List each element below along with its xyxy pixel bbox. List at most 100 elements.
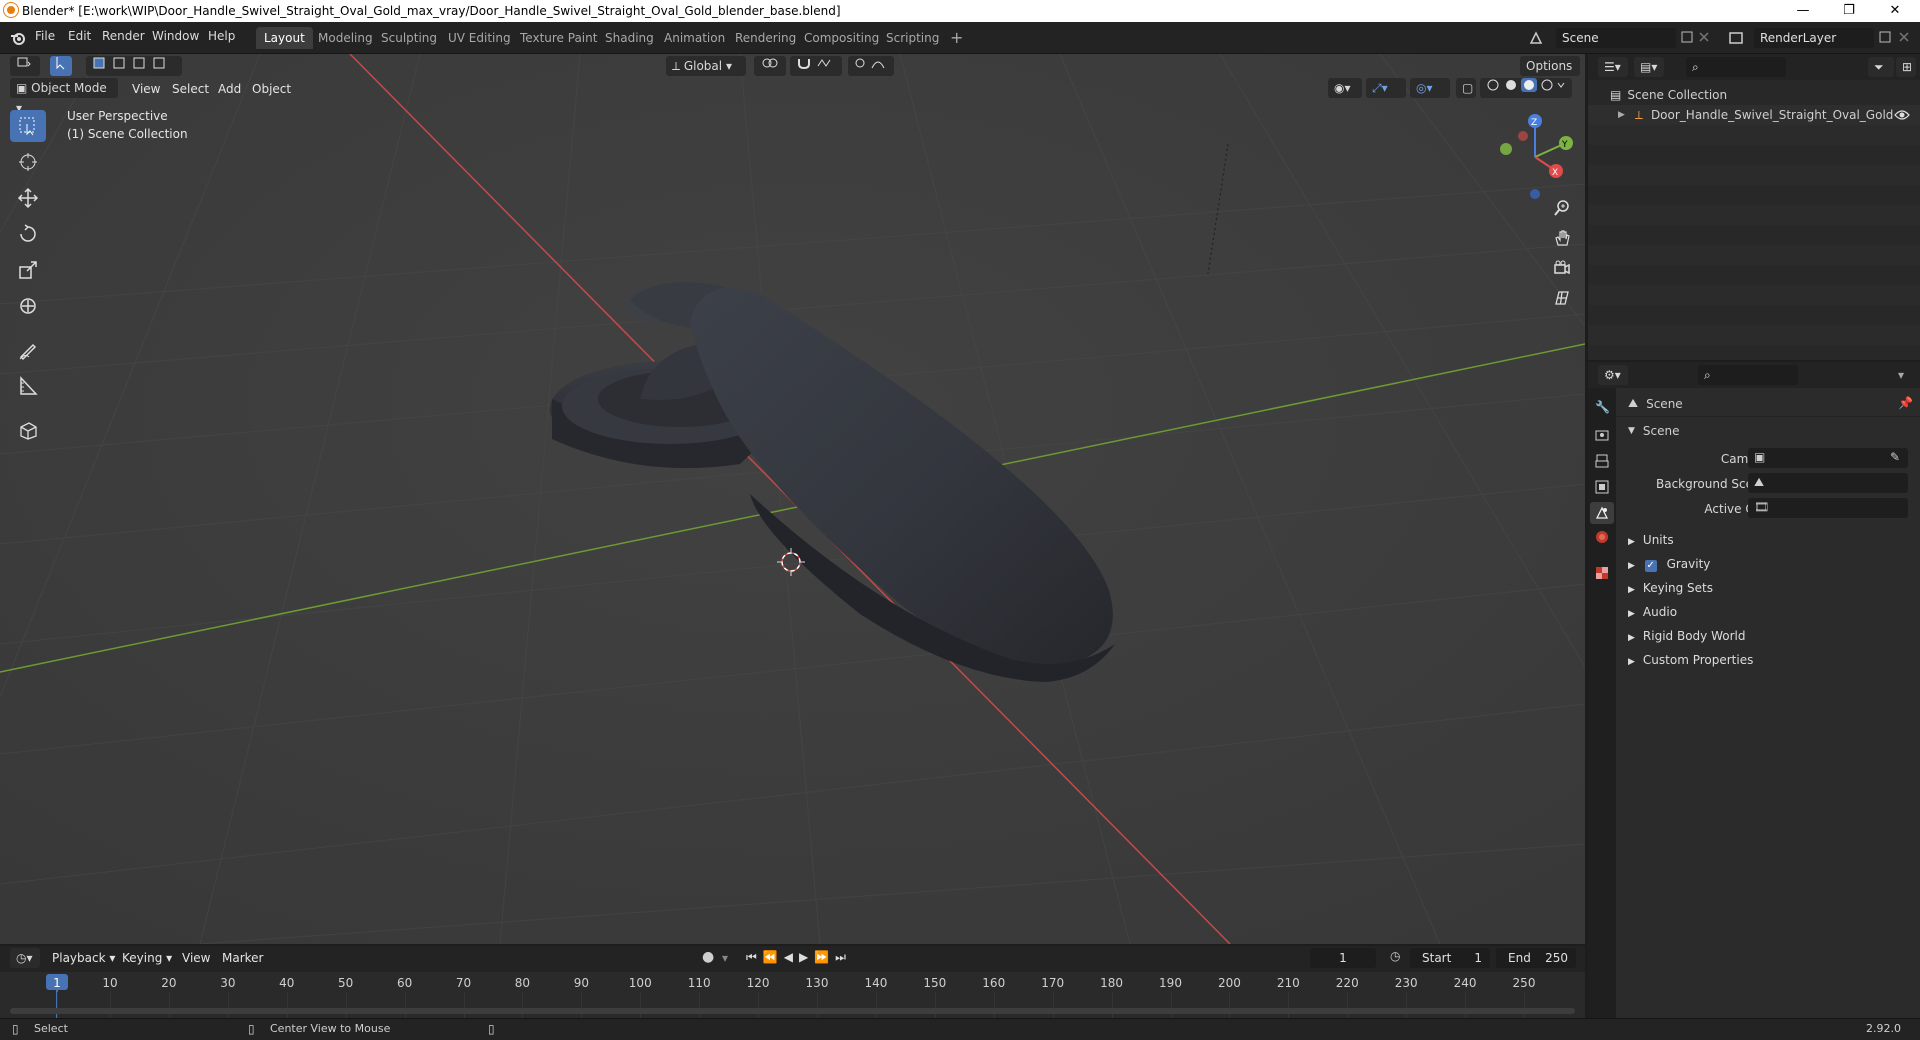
editor-type-button[interactable] (10, 56, 40, 76)
proportional-editing-button[interactable] (848, 56, 894, 76)
preview-range-icon[interactable]: ◷ (1390, 949, 1400, 963)
zoom-button[interactable] (1548, 194, 1576, 222)
timeline-scrollbar[interactable] (10, 1008, 1575, 1014)
3d-viewport[interactable]: ⟂ Global ▾ Options ▾ ▣ Object Mode ▾ Vie… (0, 54, 1585, 944)
active-clip-field[interactable]: 🎞 (1748, 498, 1908, 518)
visibility-eye-icon[interactable] (1894, 109, 1910, 121)
camera-field[interactable]: ▣ ✎ (1748, 448, 1908, 468)
units-panel[interactable]: ▶ Units (1628, 533, 1674, 547)
keying-sets-panel[interactable]: ▶ Keying Sets (1628, 581, 1713, 595)
menu-edit[interactable]: Edit (68, 29, 91, 43)
timeline-editor-type[interactable]: ◷▾ (10, 948, 40, 968)
display-mode-dropdown[interactable]: ▤▾ (1634, 57, 1664, 77)
tab-scripting[interactable]: Scripting (878, 27, 947, 49)
tab-compositing[interactable]: Compositing (796, 27, 887, 49)
tab-rendering[interactable]: Rendering (727, 27, 804, 49)
tab-shading[interactable]: Shading (597, 27, 662, 49)
playback-controls[interactable]: ⏮⏪◀▶⏩⏭ (746, 950, 852, 965)
snapping-button[interactable] (790, 56, 842, 76)
add-cube-tool[interactable] (10, 414, 46, 446)
move-tool[interactable] (10, 182, 46, 214)
tab-uv-editing[interactable]: UV Editing (440, 27, 519, 49)
select-tweak-button[interactable] (50, 56, 72, 76)
transform-tool[interactable] (10, 290, 46, 322)
new-renderlayer-icon[interactable] (1878, 30, 1892, 44)
measure-tool[interactable] (10, 370, 46, 402)
minimize-button[interactable]: — (1780, 0, 1826, 22)
object-mode-dropdown[interactable]: ▣ Object Mode ▾ (10, 78, 118, 115)
rigid-body-world-panel[interactable]: ▶ Rigid Body World (1628, 629, 1745, 643)
options-dropdown[interactable]: Options ▾ (1520, 56, 1580, 93)
outliner-row-object[interactable]: ▶ ⟂ Door_Handle_Swivel_Straight_Oval_Gol… (1618, 105, 1893, 125)
tab-modeling[interactable]: Modeling (310, 27, 381, 49)
pivot-point-button[interactable] (754, 56, 786, 76)
view-layer-tab-icon[interactable] (1595, 480, 1609, 494)
transform-orientation-dropdown[interactable]: ⟂ Global ▾ (666, 56, 746, 76)
overlays-toggle[interactable]: ◎▾ (1410, 78, 1450, 98)
visibility-dropdown[interactable]: ◉▾ (1328, 78, 1362, 98)
selection-mode-buttons[interactable] (86, 56, 182, 76)
xray-toggle[interactable]: ▢ (1456, 78, 1476, 98)
outliner-row-scene-collection[interactable]: ▤ Scene Collection (1610, 85, 1727, 105)
gravity-checkbox[interactable]: ✓ (1644, 560, 1657, 572)
camera-view-button[interactable] (1548, 254, 1576, 282)
eyedropper-icon[interactable]: ✎ (1890, 450, 1900, 464)
add-workspace-button[interactable]: + (942, 27, 971, 49)
viewport-scene[interactable] (0, 54, 1585, 944)
output-tab-icon[interactable] (1595, 454, 1609, 468)
gizmo-toggle[interactable]: ⤢▾ (1366, 78, 1406, 98)
blender-menu-icon[interactable] (10, 30, 26, 46)
timeline-menu-marker[interactable]: Marker (222, 951, 263, 965)
viewport-menu-view[interactable]: View (132, 82, 160, 96)
new-scene-icon[interactable] (1680, 30, 1694, 44)
scene-selector[interactable]: Scene (1556, 28, 1676, 48)
expand-arrow-icon[interactable]: ▶ (1618, 110, 1625, 120)
menu-help[interactable]: Help (208, 29, 235, 43)
tab-texture-paint[interactable]: Texture Paint (512, 27, 605, 49)
outliner-editor-type[interactable]: ☰▾ (1598, 57, 1628, 77)
properties-search-input[interactable]: ⌕ (1698, 365, 1798, 385)
menu-window[interactable]: Window (152, 29, 199, 43)
close-window-button[interactable]: ✕ (1872, 0, 1918, 22)
background-scene-field[interactable]: ⛰ (1748, 473, 1908, 493)
timeline-menu-keying[interactable]: Keying ▾ (122, 951, 172, 965)
tab-layout[interactable]: Layout (256, 27, 313, 49)
rotate-tool[interactable] (10, 218, 46, 250)
tab-animation[interactable]: Animation (656, 27, 733, 49)
timeline-menu-view[interactable]: View (182, 951, 210, 965)
gravity-panel[interactable]: ▶ ✓ Gravity (1628, 557, 1710, 572)
render-tab-icon[interactable] (1595, 428, 1609, 442)
start-frame-field[interactable]: Start 1 (1410, 948, 1490, 968)
chevron-down-icon[interactable]: ▾ (722, 951, 728, 965)
record-icon[interactable]: ● (702, 949, 714, 965)
scene-tab-icon[interactable] (1595, 506, 1609, 520)
tab-sculpting[interactable]: Sculpting (373, 27, 445, 49)
renderlayer-selector[interactable]: RenderLayer (1754, 28, 1874, 48)
outliner-search-input[interactable]: ⌕ (1686, 57, 1786, 77)
chevron-down-icon[interactable]: ▾ (1898, 368, 1904, 382)
timeline-menu-playback[interactable]: Playback ▾ (52, 951, 115, 965)
menu-render[interactable]: Render (102, 29, 145, 43)
cursor-tool[interactable] (10, 146, 46, 178)
end-frame-field[interactable]: End 250 (1496, 948, 1576, 968)
scene-section-header[interactable]: ▼ Scene (1628, 424, 1680, 438)
tool-tab-icon[interactable]: 🔧 (1595, 400, 1610, 414)
maximize-button[interactable]: ❐ (1826, 0, 1872, 22)
audio-panel[interactable]: ▶ Audio (1628, 605, 1677, 619)
custom-properties-panel[interactable]: ▶ Custom Properties (1628, 653, 1753, 667)
menu-file[interactable]: File (35, 29, 55, 43)
filter-button[interactable]: ⏷ (1868, 57, 1894, 77)
scale-tool[interactable] (10, 254, 46, 286)
viewport-menu-object[interactable]: Object (252, 82, 291, 96)
current-frame-field[interactable]: 1 (1310, 948, 1376, 968)
viewport-menu-select[interactable]: Select (172, 82, 209, 96)
pin-icon[interactable]: 📌 (1898, 396, 1913, 410)
delete-renderlayer-icon[interactable] (1898, 31, 1910, 43)
world-tab-icon[interactable] (1595, 530, 1609, 544)
properties-editor-type[interactable]: ⚙▾ (1598, 365, 1628, 385)
select-box-tool[interactable] (10, 110, 46, 142)
pan-button[interactable] (1548, 224, 1576, 252)
texture-tab-icon[interactable] (1595, 566, 1609, 580)
delete-scene-icon[interactable] (1698, 31, 1710, 43)
new-collection-button[interactable]: ⊞ (1896, 57, 1916, 77)
